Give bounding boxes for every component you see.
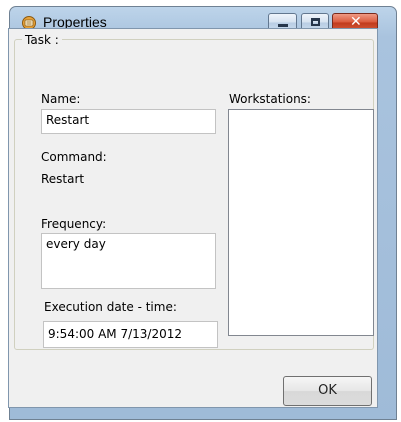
ok-button[interactable]: OK: [283, 376, 372, 406]
workstations-label: Workstations:: [229, 92, 311, 106]
execution-datetime-field[interactable]: 9:54:00 AM 7/13/2012: [43, 321, 218, 348]
execution-datetime-label: Execution date - time:: [44, 300, 177, 314]
workstations-listbox[interactable]: [228, 109, 374, 336]
frequency-field[interactable]: every day: [41, 233, 216, 289]
command-label: Command:: [41, 150, 107, 164]
minimize-icon: [278, 24, 288, 27]
maximize-icon: [311, 18, 320, 26]
name-field-value: Restart: [46, 113, 90, 127]
execution-datetime-value: 9:54:00 AM 7/13/2012: [48, 327, 182, 341]
command-value: Restart: [41, 172, 85, 186]
task-group-label: Task :: [22, 33, 62, 47]
name-field[interactable]: Restart: [41, 109, 216, 134]
frequency-field-value: every day: [46, 237, 106, 251]
frequency-label: Frequency:: [41, 217, 107, 231]
name-label: Name:: [41, 92, 81, 106]
